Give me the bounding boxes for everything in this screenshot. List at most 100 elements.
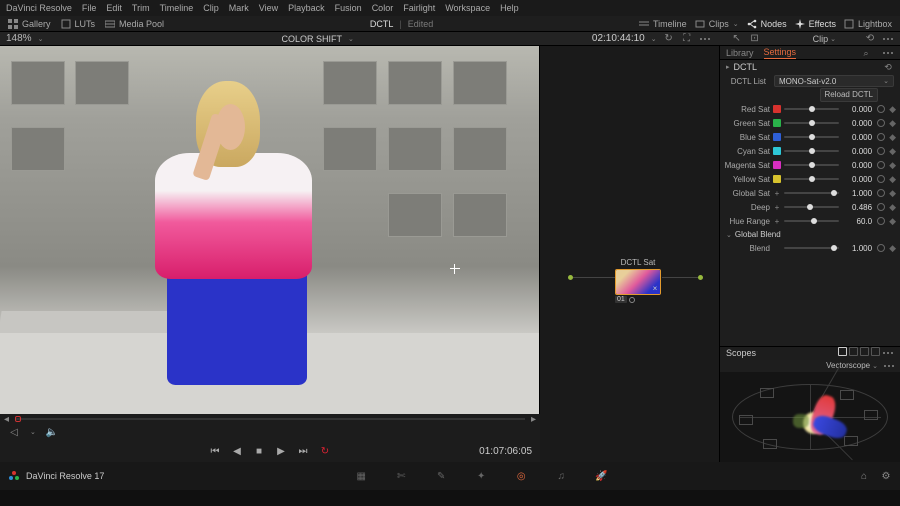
keyframe-icon[interactable]: ◆ [889, 132, 896, 143]
color-node[interactable]: DCTL Sat × 01 [615, 258, 661, 303]
settings-gear-icon[interactable]: ⚙ [880, 470, 892, 482]
app-home-button[interactable]: DaVinci Resolve 17 [8, 470, 104, 482]
param-slider[interactable] [784, 146, 839, 156]
param-value[interactable]: 60.0 [842, 217, 872, 226]
param-value[interactable]: 0.000 [842, 147, 872, 156]
clip-dropdown[interactable]: Clip⌄ [813, 34, 836, 44]
param-value[interactable]: 0.486 [842, 203, 872, 212]
param-value[interactable]: 0.000 [842, 161, 872, 170]
effect-reset-icon[interactable]: ⟲ [882, 61, 894, 73]
keyframe-icon[interactable]: ◆ [889, 202, 896, 213]
mediapool-toggle[interactable]: Media Pool [105, 19, 164, 29]
param-reset-icon[interactable] [877, 119, 885, 127]
keyframe-icon[interactable]: ◆ [889, 216, 896, 227]
menu-item[interactable]: File [82, 3, 97, 13]
global-blend-header[interactable]: ⌄Global Blend [720, 228, 900, 241]
home-icon[interactable]: ⌂ [858, 470, 870, 482]
menu-item[interactable]: Clip [203, 3, 219, 13]
reload-dctl-button[interactable]: Reload DCTL [820, 88, 878, 102]
scope-layout-4[interactable] [871, 347, 880, 356]
keyframe-icon[interactable]: ◆ [889, 146, 896, 157]
mute-icon[interactable]: ◁ [8, 426, 20, 438]
node-close-icon[interactable]: × [651, 285, 659, 293]
param-reset-icon[interactable] [877, 203, 885, 211]
zoom-level[interactable]: 148% [6, 33, 32, 44]
viewer-mode[interactable]: COLOR SHIFT [281, 34, 342, 44]
scrub-bar[interactable]: ◂ ▸ [0, 414, 540, 424]
page-media-icon[interactable]: ▦ [354, 469, 368, 483]
param-slider[interactable] [784, 174, 839, 184]
param-slider[interactable] [784, 243, 839, 253]
node-thumbnail[interactable]: × [615, 269, 661, 295]
node-options-icon[interactable] [882, 33, 894, 45]
param-value[interactable]: 0.000 [842, 105, 872, 114]
arrow-tool-icon[interactable]: ↖ [731, 33, 743, 45]
param-value[interactable]: 0.000 [842, 119, 872, 128]
next-clip-icon[interactable]: ⏭ [297, 445, 309, 457]
prev-clip-icon[interactable]: ⏮ [209, 445, 221, 457]
keyframe-icon[interactable]: ◆ [889, 118, 896, 129]
pan-tool-icon[interactable]: ⊡ [749, 33, 761, 45]
param-reset-icon[interactable] [877, 161, 885, 169]
search-icon[interactable]: ⌕ [860, 47, 872, 59]
param-slider[interactable] [784, 132, 839, 142]
param-slider[interactable] [784, 104, 839, 114]
inspector-options-icon[interactable] [882, 47, 894, 59]
param-value[interactable]: 1.000 [842, 244, 872, 253]
menu-item[interactable]: Mark [229, 3, 249, 13]
param-slider[interactable] [784, 188, 839, 198]
master-timecode[interactable]: 02:10:44:10 [592, 33, 645, 44]
param-reset-icon[interactable] [877, 175, 885, 183]
page-deliver-icon[interactable]: 🚀 [594, 469, 608, 483]
param-reset-icon[interactable] [877, 105, 885, 113]
node-graph-panel[interactable]: DCTL Sat × 01 [540, 46, 720, 462]
scopes-options-icon[interactable] [882, 347, 894, 359]
effects-toggle[interactable]: Effects [795, 19, 836, 29]
clips-toggle[interactable]: Clips⌄ [695, 19, 739, 29]
timeline-toggle[interactable]: Timeline [639, 19, 687, 29]
param-slider[interactable] [784, 118, 839, 128]
expand-icon[interactable]: ⛶ [681, 33, 693, 45]
menu-item[interactable]: Playback [288, 3, 325, 13]
tab-library[interactable]: Library [726, 48, 754, 59]
menu-item[interactable]: Timeline [160, 3, 194, 13]
menu-item[interactable]: Trim [132, 3, 150, 13]
param-reset-icon[interactable] [877, 147, 885, 155]
scope-layout-3[interactable] [860, 347, 869, 356]
nodes-toggle[interactable]: Nodes [747, 19, 787, 29]
speaker-icon[interactable]: 🔈 [46, 426, 58, 438]
param-value[interactable]: 0.000 [842, 133, 872, 142]
param-value[interactable]: 0.000 [842, 175, 872, 184]
scope-layout-1[interactable] [838, 347, 847, 356]
luts-toggle[interactable]: LUTs [61, 19, 96, 29]
refresh-icon[interactable]: ↻ [663, 33, 675, 45]
page-edit-icon[interactable]: ✎ [434, 469, 448, 483]
stop-icon[interactable]: ■ [253, 445, 265, 457]
keyframe-icon[interactable]: ◆ [889, 188, 896, 199]
reset-icon[interactable]: ⟲ [864, 33, 876, 45]
page-fusion-icon[interactable]: ✦ [474, 469, 488, 483]
param-value[interactable]: 1.000 [842, 189, 872, 198]
menu-item[interactable]: DaVinci Resolve [6, 3, 72, 13]
loop-icon[interactable]: ↻ [319, 445, 331, 457]
param-slider[interactable] [784, 202, 839, 212]
play-icon[interactable]: ▶ [275, 445, 287, 457]
page-color-icon[interactable]: ◎ [514, 469, 528, 483]
param-reset-icon[interactable] [877, 244, 885, 252]
menu-item[interactable]: Color [372, 3, 394, 13]
menu-item[interactable]: Edit [106, 3, 122, 13]
page-fairlight-icon[interactable]: ♫ [554, 469, 568, 483]
param-reset-icon[interactable] [877, 133, 885, 141]
gallery-toggle[interactable]: Gallery [8, 19, 51, 29]
keyframe-icon[interactable]: ◆ [889, 160, 896, 171]
lightbox-toggle[interactable]: Lightbox [844, 19, 892, 29]
menu-item[interactable]: Workspace [445, 3, 490, 13]
keyframe-icon[interactable]: ◆ [889, 243, 896, 254]
param-slider[interactable] [784, 160, 839, 170]
param-reset-icon[interactable] [877, 189, 885, 197]
param-reset-icon[interactable] [877, 217, 885, 225]
options-icon[interactable] [699, 33, 711, 45]
scope-layout-2[interactable] [849, 347, 858, 356]
viewer-canvas[interactable] [0, 46, 540, 414]
vectorscope[interactable] [720, 372, 900, 463]
